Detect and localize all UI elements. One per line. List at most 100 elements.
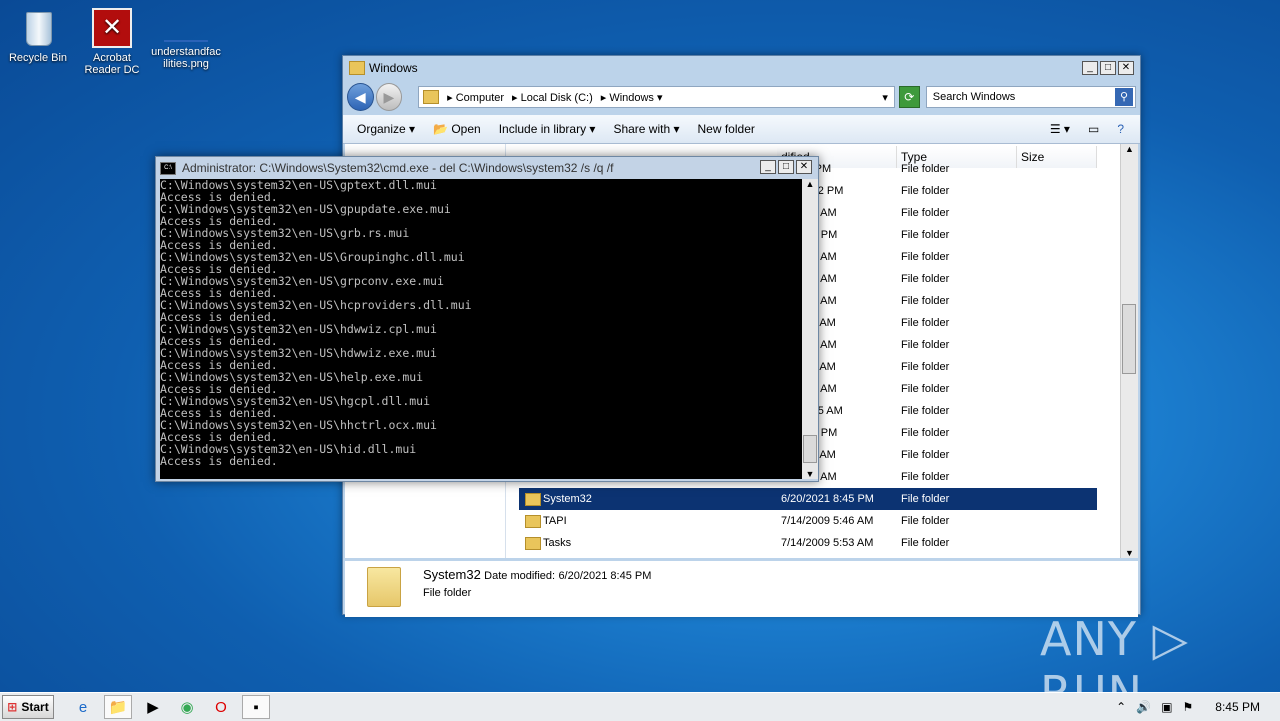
file-type: File folder — [901, 251, 950, 263]
acrobat-icon — [92, 8, 132, 48]
file-date: 7/14/2009 5:53 AM — [781, 537, 874, 549]
console-scrollbar[interactable]: ▲ ▼ — [802, 179, 818, 479]
console-text: C:\Windows\system32\en-US\gptext.dll.mui… — [160, 179, 802, 467]
cmd-taskbar-icon[interactable]: ▪ — [242, 695, 270, 719]
forward-button[interactable]: ▶ — [375, 83, 403, 111]
include-in-library-button[interactable]: Include in library ▾ — [499, 122, 596, 136]
desktop-icon-recycle-bin[interactable]: Recycle Bin — [0, 8, 76, 64]
scroll-thumb[interactable] — [803, 435, 817, 463]
details-date-label: Date modified: — [484, 570, 556, 582]
help-icon[interactable]: ? — [1117, 122, 1124, 136]
network-icon[interactable]: ▣ — [1161, 700, 1172, 714]
details-name: System32 — [423, 567, 481, 582]
tray-expand-icon[interactable]: ⌃ — [1116, 700, 1126, 714]
address-bar[interactable]: ▸ Computer ▸ Local Disk (C:) ▸ Windows ▾… — [418, 86, 895, 108]
console-line: Access is denied. — [160, 454, 278, 468]
folder-icon — [349, 61, 365, 75]
file-type: File folder — [901, 405, 950, 417]
details-date-value: 6/20/2021 8:45 PM — [558, 570, 652, 582]
folder-icon — [525, 515, 541, 528]
file-row[interactable]: TAPI 7/14/2009 5:46 AM File folder — [519, 510, 1097, 532]
media-player-icon[interactable]: ▶ — [140, 696, 166, 718]
breadcrumb-item-computer[interactable]: ▸ Computer — [447, 91, 504, 104]
file-row[interactable]: Tasks 7/14/2009 5:53 AM File folder — [519, 532, 1097, 554]
views-button[interactable]: ☰ ▾ — [1050, 122, 1070, 136]
folder-icon — [367, 567, 401, 607]
flag-icon[interactable]: ⚑ — [1183, 700, 1194, 714]
scroll-down-icon[interactable]: ▼ — [802, 469, 818, 479]
recycle-bin-icon — [18, 8, 58, 48]
volume-icon[interactable]: 🔊 — [1136, 700, 1151, 714]
image-file-icon — [164, 20, 208, 42]
minimize-button[interactable]: _ — [1082, 61, 1098, 75]
vertical-scrollbar[interactable]: ▲ ▼ — [1120, 144, 1138, 558]
address-dropdown-icon[interactable]: ▾ — [882, 91, 888, 104]
search-input[interactable]: Search Windows ⚲ — [925, 86, 1137, 108]
windows-logo-icon: ⊞ — [7, 700, 18, 714]
file-type: File folder — [901, 229, 950, 241]
file-type: File folder — [901, 339, 950, 351]
scroll-down-icon[interactable]: ▼ — [1121, 548, 1138, 558]
file-date: 6/20/2021 8:45 PM — [781, 493, 874, 505]
cmd-window: C:\ Administrator: C:\Windows\System32\c… — [155, 156, 819, 482]
cmd-title: Administrator: C:\Windows\System32\cmd.e… — [182, 161, 614, 175]
desktop-icon-acrobat[interactable]: Acrobat Reader DC — [74, 8, 150, 76]
clock[interactable]: 8:45 PM — [1215, 700, 1260, 714]
minimize-button[interactable]: _ — [760, 160, 776, 174]
file-name: TAPI — [543, 515, 567, 527]
file-type: File folder — [901, 537, 950, 549]
file-type: File folder — [901, 295, 950, 307]
close-button[interactable]: ✕ — [796, 160, 812, 174]
file-type: File folder — [901, 361, 950, 373]
file-type: File folder — [901, 185, 950, 197]
explorer-titlebar[interactable]: Windows _ □ ✕ — [343, 56, 1140, 80]
preview-pane-button[interactable]: ▭ — [1088, 122, 1099, 136]
organize-button[interactable]: Organize ▾ — [357, 122, 415, 136]
file-type: File folder — [901, 515, 950, 527]
folder-icon — [423, 90, 440, 104]
refresh-button[interactable]: ⟳ — [898, 86, 920, 108]
explorer-taskbar-icon[interactable]: 📁 — [104, 695, 132, 719]
maximize-button[interactable]: □ — [778, 160, 794, 174]
maximize-button[interactable]: □ — [1100, 61, 1116, 75]
chrome-icon[interactable]: ◉ — [174, 696, 200, 718]
desktop-icon-png[interactable]: understandfac ilities.png — [148, 8, 224, 70]
cmd-titlebar[interactable]: C:\ Administrator: C:\Windows\System32\c… — [160, 159, 613, 177]
back-button[interactable]: ◀ — [347, 83, 374, 111]
breadcrumb-item-localdisk[interactable]: ▸ Local Disk (C:) — [512, 91, 593, 104]
file-name: System32 — [543, 493, 592, 505]
start-label: Start — [21, 700, 49, 714]
scroll-up-icon[interactable]: ▲ — [1121, 144, 1138, 154]
window-title: Windows — [369, 61, 418, 75]
file-type: File folder — [901, 163, 950, 175]
file-type: File folder — [901, 207, 950, 219]
cmd-icon: C:\ — [160, 161, 176, 175]
scroll-thumb[interactable] — [1122, 304, 1136, 374]
details-type: File folder — [423, 587, 472, 599]
share-with-button[interactable]: Share with ▾ — [613, 122, 679, 136]
desktop-icon-label: Recycle Bin — [8, 52, 68, 64]
file-name: Tasks — [543, 537, 572, 549]
folder-icon — [525, 493, 541, 506]
file-type: File folder — [901, 383, 950, 395]
details-pane: System32 Date modified: 6/20/2021 8:45 P… — [345, 561, 1138, 617]
file-type: File folder — [901, 273, 950, 285]
scroll-up-icon[interactable]: ▲ — [802, 179, 818, 189]
file-row[interactable]: System32 6/20/2021 8:45 PM File folder — [519, 488, 1097, 510]
opera-icon[interactable]: O — [208, 696, 234, 718]
search-placeholder: Search Windows — [932, 91, 1016, 103]
close-button[interactable]: ✕ — [1118, 61, 1134, 75]
system-tray: ⌃ 🔊 ▣ ⚑ 8:45 PM — [1116, 700, 1260, 714]
desktop-icon-label: Acrobat Reader DC — [84, 52, 140, 76]
console-output[interactable]: C:\Windows\system32\en-US\gptext.dll.mui… — [160, 179, 802, 479]
start-button[interactable]: ⊞ Start — [2, 695, 54, 719]
file-type: File folder — [901, 449, 950, 461]
file-type: File folder — [901, 471, 950, 483]
open-button[interactable]: 📂 Open — [433, 122, 481, 136]
new-folder-button[interactable]: New folder — [698, 122, 755, 136]
folder-icon — [525, 537, 541, 550]
search-icon[interactable]: ⚲ — [1115, 88, 1134, 106]
file-date: 7/14/2009 5:46 AM — [781, 515, 874, 527]
breadcrumb-item-windows[interactable]: ▸ Windows ▾ — [601, 91, 663, 104]
ie-icon[interactable]: e — [70, 696, 96, 718]
